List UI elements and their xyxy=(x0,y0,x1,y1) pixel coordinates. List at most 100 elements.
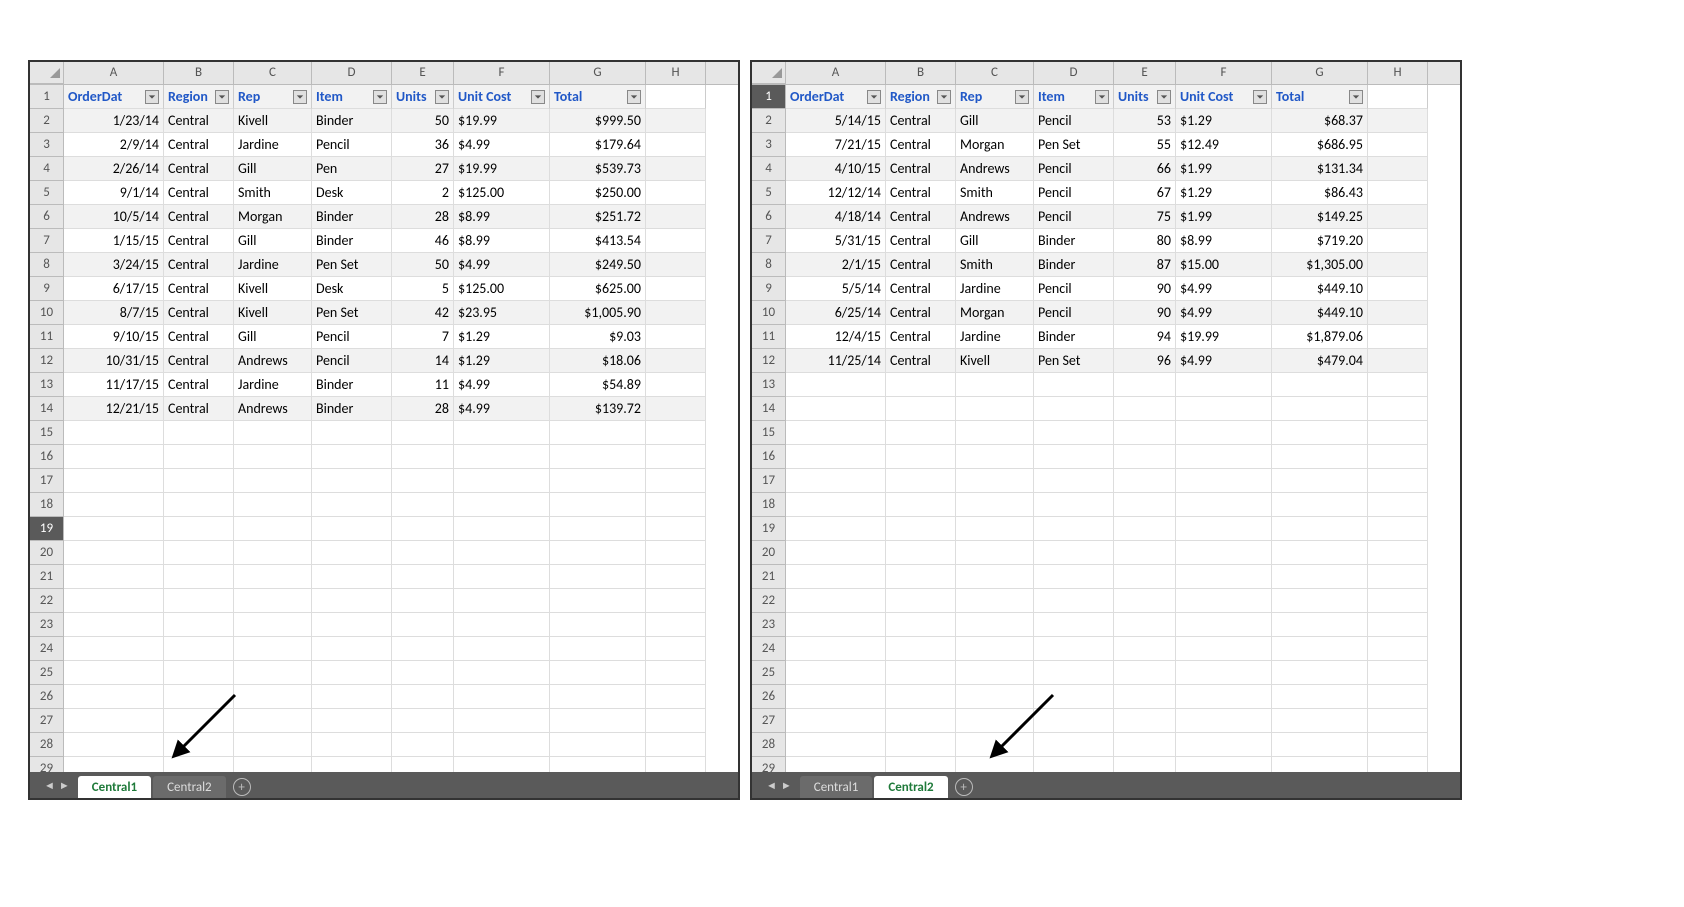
cell-D23[interactable] xyxy=(312,613,392,637)
cell-B10[interactable]: Central xyxy=(164,301,234,325)
cell-D11[interactable]: Binder xyxy=(1034,325,1114,349)
column-header-G[interactable]: G xyxy=(550,62,646,84)
cell-C5[interactable]: Smith xyxy=(234,181,312,205)
row-header-14[interactable]: 14 xyxy=(752,397,786,421)
cell-E28[interactable] xyxy=(1114,733,1176,757)
row-header-26[interactable]: 26 xyxy=(752,685,786,709)
cell-F18[interactable] xyxy=(1176,493,1272,517)
cell-A17[interactable] xyxy=(786,469,886,493)
cell-D7[interactable]: Binder xyxy=(312,229,392,253)
cell-A11[interactable]: 9/10/15 xyxy=(64,325,164,349)
cell-D23[interactable] xyxy=(1034,613,1114,637)
cell-E27[interactable] xyxy=(392,709,454,733)
cell-D5[interactable]: Desk xyxy=(312,181,392,205)
cell-G20[interactable] xyxy=(550,541,646,565)
cell-A2[interactable]: 5/14/15 xyxy=(786,109,886,133)
row-header-13[interactable]: 13 xyxy=(752,373,786,397)
cell-E20[interactable] xyxy=(1114,541,1176,565)
cell-E5[interactable]: 2 xyxy=(392,181,454,205)
cell-C4[interactable]: Gill xyxy=(234,157,312,181)
cell-D13[interactable] xyxy=(1034,373,1114,397)
cell-C21[interactable] xyxy=(234,565,312,589)
cell-G19[interactable] xyxy=(1272,517,1368,541)
cell-B28[interactable] xyxy=(886,733,956,757)
cell-G22[interactable] xyxy=(550,589,646,613)
cell-C28[interactable] xyxy=(956,733,1034,757)
cell-B9[interactable]: Central xyxy=(886,277,956,301)
cell-C20[interactable] xyxy=(234,541,312,565)
cell[interactable] xyxy=(1368,85,1428,109)
cell-F2[interactable]: $19.99 xyxy=(454,109,550,133)
cell-E15[interactable] xyxy=(392,421,454,445)
cell-F19[interactable] xyxy=(454,517,550,541)
cell-C26[interactable] xyxy=(956,685,1034,709)
cell-C13[interactable] xyxy=(956,373,1034,397)
row-header-25[interactable]: 25 xyxy=(752,661,786,685)
cell-G24[interactable] xyxy=(550,637,646,661)
cell-A24[interactable] xyxy=(786,637,886,661)
cell-E24[interactable] xyxy=(392,637,454,661)
cell-C3[interactable]: Jardine xyxy=(234,133,312,157)
sheet-tab-central2[interactable]: Central2 xyxy=(153,776,226,798)
cell-E4[interactable]: 27 xyxy=(392,157,454,181)
cell-D8[interactable]: Binder xyxy=(1034,253,1114,277)
cell-G21[interactable] xyxy=(1272,565,1368,589)
filter-dropdown-icon[interactable] xyxy=(1095,90,1109,104)
cell-B24[interactable] xyxy=(164,637,234,661)
cell-H24[interactable] xyxy=(646,637,706,661)
cell-C14[interactable] xyxy=(956,397,1034,421)
cell-D8[interactable]: Pen Set xyxy=(312,253,392,277)
cell-E8[interactable]: 87 xyxy=(1114,253,1176,277)
cell-D18[interactable] xyxy=(312,493,392,517)
cell-H22[interactable] xyxy=(1368,589,1428,613)
cell-B26[interactable] xyxy=(164,685,234,709)
cell-E6[interactable]: 28 xyxy=(392,205,454,229)
tab-next-icon[interactable]: ► xyxy=(59,779,70,792)
cell-E8[interactable]: 50 xyxy=(392,253,454,277)
cell-D19[interactable] xyxy=(312,517,392,541)
row-header-26[interactable]: 26 xyxy=(30,685,64,709)
cell-C18[interactable] xyxy=(956,493,1034,517)
header-cell-item[interactable]: Item xyxy=(1034,85,1114,109)
cell-A6[interactable]: 4/18/14 xyxy=(786,205,886,229)
cell-C7[interactable]: Gill xyxy=(956,229,1034,253)
cell-C16[interactable] xyxy=(956,445,1034,469)
cell-H16[interactable] xyxy=(1368,445,1428,469)
cell-E10[interactable]: 90 xyxy=(1114,301,1176,325)
cell-B6[interactable]: Central xyxy=(164,205,234,229)
row-header-11[interactable]: 11 xyxy=(30,325,64,349)
cell-H23[interactable] xyxy=(1368,613,1428,637)
cell-G6[interactable]: $149.25 xyxy=(1272,205,1368,229)
cell-D27[interactable] xyxy=(1034,709,1114,733)
cell-C15[interactable] xyxy=(234,421,312,445)
cell-C24[interactable] xyxy=(956,637,1034,661)
cell-G7[interactable]: $719.20 xyxy=(1272,229,1368,253)
cell-D24[interactable] xyxy=(1034,637,1114,661)
cell-B3[interactable]: Central xyxy=(886,133,956,157)
header-cell-orderdat[interactable]: OrderDat xyxy=(786,85,886,109)
row-header-5[interactable]: 5 xyxy=(752,181,786,205)
cell-H8[interactable] xyxy=(646,253,706,277)
cell-A4[interactable]: 4/10/15 xyxy=(786,157,886,181)
cell-D25[interactable] xyxy=(312,661,392,685)
cell-B8[interactable]: Central xyxy=(886,253,956,277)
cell-D22[interactable] xyxy=(312,589,392,613)
cell-G23[interactable] xyxy=(550,613,646,637)
row-header-19[interactable]: 19 xyxy=(30,517,64,541)
cell-F14[interactable] xyxy=(1176,397,1272,421)
add-sheet-button[interactable]: + xyxy=(950,776,978,798)
cell-F7[interactable]: $8.99 xyxy=(1176,229,1272,253)
cell-B2[interactable]: Central xyxy=(886,109,956,133)
cell-H6[interactable] xyxy=(1368,205,1428,229)
cell-E2[interactable]: 50 xyxy=(392,109,454,133)
cell-G4[interactable]: $131.34 xyxy=(1272,157,1368,181)
cell-H3[interactable] xyxy=(1368,133,1428,157)
sheet-tab-central1[interactable]: Central1 xyxy=(78,776,151,798)
row-header-8[interactable]: 8 xyxy=(30,253,64,277)
row-header-20[interactable]: 20 xyxy=(752,541,786,565)
cell-G21[interactable] xyxy=(550,565,646,589)
cell-G26[interactable] xyxy=(550,685,646,709)
cell-G3[interactable]: $686.95 xyxy=(1272,133,1368,157)
cell-H8[interactable] xyxy=(1368,253,1428,277)
cell-D20[interactable] xyxy=(312,541,392,565)
